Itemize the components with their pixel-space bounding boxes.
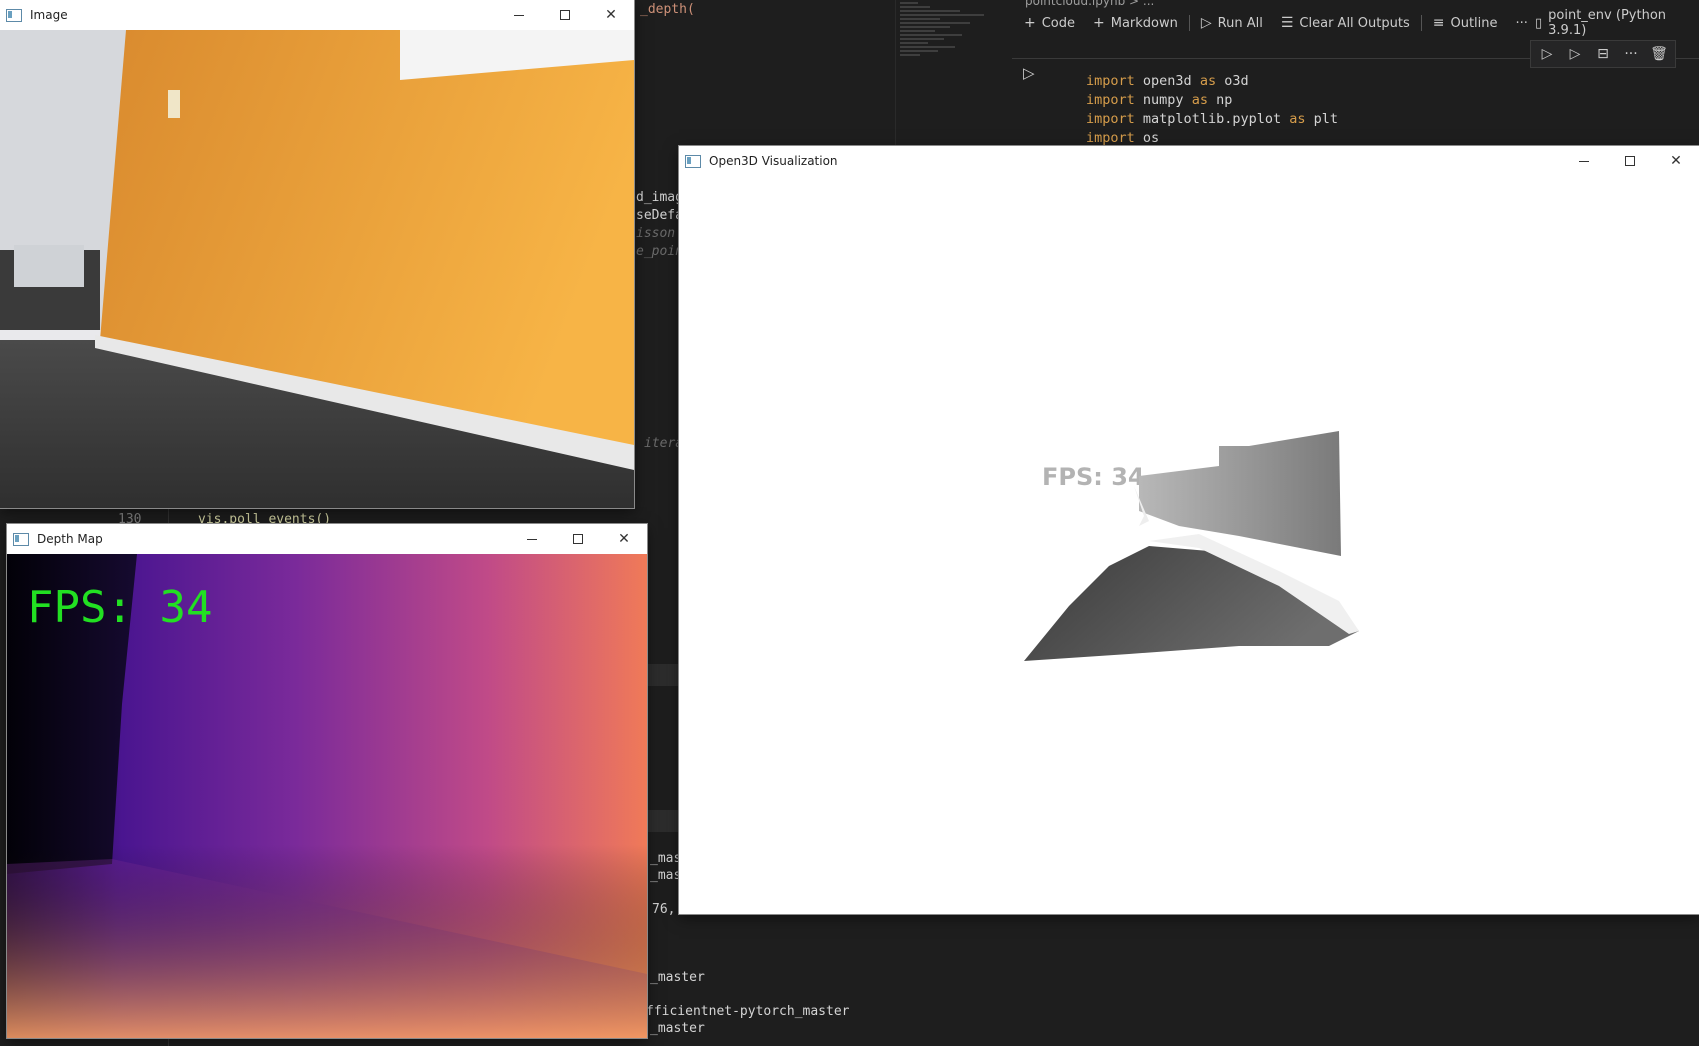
plus-icon: + [1024, 15, 1036, 31]
play-icon: ▷ [1200, 15, 1212, 31]
toolbar-separator [1420, 15, 1422, 31]
terminal-fragment: fficientnet-pytorch_master [646, 1004, 850, 1019]
run-cell-icon[interactable]: ▷ [1023, 64, 1035, 82]
notebook-toolbar: + Code + Markdown ▷ Run All ☰ Clear All Outp… [1015, 10, 1537, 36]
maximize-button[interactable] [542, 0, 588, 30]
code-fragment: itera [644, 436, 684, 451]
outline-button[interactable]: ≡ Outline [1424, 10, 1507, 36]
app-icon [685, 154, 701, 168]
title-bar[interactable]: Image ✕ [0, 0, 634, 30]
kernel-picker[interactable]: ▯ point_env (Python 3.9.1) [1535, 8, 1699, 38]
add-markdown-cell-button[interactable]: + Markdown [1084, 10, 1187, 36]
minimize-icon [514, 14, 524, 16]
image-window[interactable]: Image ✕ [0, 0, 634, 508]
terminal-fragment: _master [650, 970, 705, 985]
minimize-button[interactable] [496, 0, 542, 30]
point-cloud-viewport[interactable]: FPS: 34 [679, 176, 1699, 914]
cell-toolbar: ▷ ▷ ⊟ ··· 🗑 [1530, 40, 1676, 68]
maximize-button[interactable] [1607, 146, 1653, 176]
window-title: Depth Map [37, 532, 103, 546]
minimize-icon [527, 538, 537, 540]
close-icon: ✕ [618, 531, 630, 547]
close-button[interactable]: ✕ [1653, 146, 1699, 176]
open3d-visualization-window[interactable]: Open3D Visualization ✕ FPS: 34 [679, 146, 1699, 914]
fps-overlay: FPS: 34 [1042, 463, 1145, 491]
point-cloud-render[interactable]: FPS: 34 [679, 176, 1699, 914]
close-icon: ✕ [1670, 153, 1682, 169]
camera-image [0, 30, 634, 508]
camera-frame [0, 30, 634, 508]
code-line: import open3d as o3d [1086, 73, 1249, 89]
more-actions-button[interactable]: ··· [1507, 10, 1537, 36]
maximize-button[interactable] [555, 524, 601, 554]
cell-code[interactable]: import open3d as o3d import numpy as np … [1086, 72, 1338, 148]
split-cell-icon[interactable]: ⊟ [1591, 46, 1615, 62]
delete-icon[interactable]: 🗑 [1647, 46, 1671, 62]
add-code-cell-button[interactable]: + Code [1015, 10, 1084, 36]
code-line: import matplotlib.pyplot as plt [1086, 111, 1339, 127]
window-title: Open3D Visualization [709, 154, 838, 168]
run-below-icon[interactable]: ▷ [1563, 46, 1587, 62]
breadcrumb[interactable]: pointcloud.ipynb > ... [1025, 0, 1154, 8]
app-icon [13, 532, 29, 546]
add-code-label: Code [1041, 15, 1076, 31]
close-button[interactable]: ✕ [601, 524, 647, 554]
toolbar-separator [1188, 15, 1190, 31]
run-all-label: Run All [1217, 15, 1263, 31]
clear-lines-icon: ☰ [1280, 15, 1294, 31]
minimize-button[interactable] [1561, 146, 1607, 176]
fps-overlay: FPS: 34 [27, 582, 212, 633]
list-icon: ≡ [1432, 15, 1445, 31]
clear-all-outputs-button[interactable]: ☰ Clear All Outputs [1272, 10, 1419, 36]
run-above-icon[interactable]: ▷ [1535, 46, 1559, 62]
more-icon[interactable]: ··· [1619, 46, 1643, 62]
clear-all-outputs-label: Clear All Outputs [1299, 15, 1410, 31]
kernel-label: point_env (Python 3.9.1) [1548, 8, 1667, 38]
add-markdown-label: Markdown [1110, 15, 1178, 31]
code-fragment: _depth( [640, 2, 695, 17]
minimize-icon [1579, 160, 1589, 162]
maximize-icon [573, 534, 583, 544]
maximize-icon [560, 10, 570, 20]
title-bar[interactable]: Depth Map ✕ [7, 524, 647, 554]
terminal-fragment: 76, [652, 902, 676, 917]
editor-minimap[interactable] [895, 0, 996, 150]
run-all-button[interactable]: ▷ Run All [1192, 10, 1272, 36]
title-bar[interactable]: Open3D Visualization ✕ [679, 146, 1699, 176]
depth-map-window[interactable]: Depth Map ✕ FPS: 34 [7, 524, 647, 1038]
depth-map-render: FPS: 34 [7, 554, 647, 1038]
depth-map-image: FPS: 34 [7, 554, 647, 1038]
minimize-button[interactable] [509, 524, 555, 554]
window-title: Image [30, 8, 68, 22]
outline-label: Outline [1450, 15, 1498, 31]
terminal-fragment: _master [650, 1021, 705, 1036]
close-icon: ✕ [605, 7, 617, 23]
code-line: import numpy as np [1086, 92, 1233, 108]
close-button[interactable]: ✕ [588, 0, 634, 30]
plus-icon: + [1093, 15, 1105, 31]
kernel-icon: ▯ [1535, 15, 1543, 31]
maximize-icon [1625, 156, 1635, 166]
app-icon [6, 8, 22, 22]
